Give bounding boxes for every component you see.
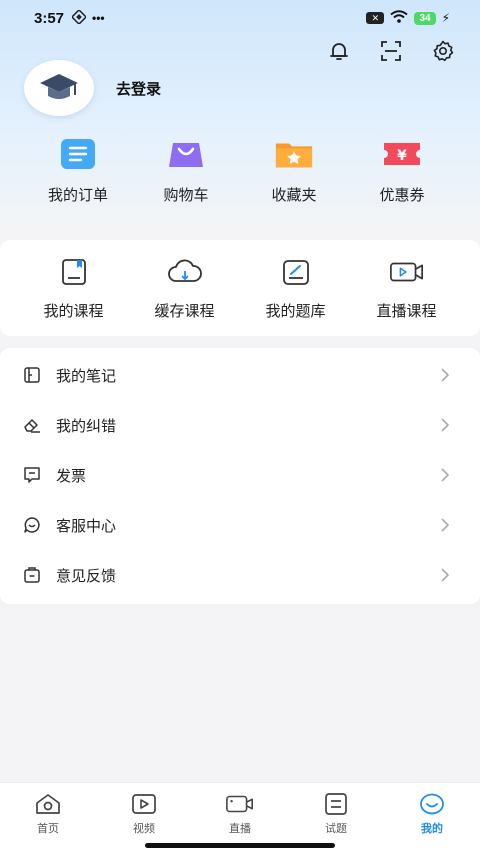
quick-action-label: 我的订单 <box>47 187 108 204</box>
x-icon: ✕ <box>366 12 385 24</box>
menu-item-label: 发票 <box>56 467 87 485</box>
quick-action-orders[interactable]: 我的订单 <box>33 136 123 205</box>
quick-action-label: 优惠券 <box>379 187 425 204</box>
graduation-cap-icon <box>40 74 78 99</box>
menu-item-invoice[interactable]: 发票 <box>0 450 480 500</box>
note-icon <box>22 365 42 385</box>
course-label: 我的题库 <box>265 303 326 320</box>
cloud-download-icon <box>167 256 203 288</box>
course-label: 缓存课程 <box>154 303 215 320</box>
tab-label: 我的 <box>421 823 443 835</box>
login-link[interactable]: 去登录 <box>116 78 161 99</box>
chevron-right-icon <box>438 418 452 432</box>
customer-service-icon <box>22 515 42 535</box>
course-item-question-bank[interactable]: 我的题库 <box>246 256 346 336</box>
wifi-icon <box>390 9 409 27</box>
tab-label: 直播 <box>229 823 251 835</box>
profile-section: 去登录 <box>24 60 161 116</box>
quick-action-favorites[interactable]: 收藏夹 <box>249 136 339 205</box>
quick-action-cart[interactable]: 购物车 <box>141 136 231 205</box>
chevron-right-icon <box>438 568 452 582</box>
course-item-my-courses[interactable]: 我的课程 <box>24 256 124 336</box>
exam-icon <box>321 791 351 817</box>
battery-indicator: 34 <box>414 11 436 25</box>
status-time: 3:57 <box>34 9 65 27</box>
chevron-right-icon <box>438 518 452 532</box>
quick-actions: 我的订单 购物车 收藏夹 ¥ 优惠券 <box>0 136 480 205</box>
course-item-cached[interactable]: 缓存课程 <box>135 256 235 336</box>
menu-item-label: 我的笔记 <box>56 367 117 385</box>
home-icon <box>33 791 63 817</box>
course-book-icon <box>56 256 92 288</box>
menu-item-corrections[interactable]: 我的纠错 <box>0 400 480 450</box>
menu-item-label: 意见反馈 <box>56 567 117 585</box>
app-notification-icon <box>70 8 88 27</box>
tab-label: 视频 <box>133 823 155 835</box>
coupon-icon: ¥ <box>382 136 422 172</box>
menu-item-customer-service[interactable]: 客服中心 <box>0 500 480 550</box>
order-icon <box>58 136 98 172</box>
folder-star-icon <box>274 136 314 172</box>
video-icon <box>129 791 159 817</box>
menu-item-feedback[interactable]: 意见反馈 <box>0 550 480 600</box>
live-video-icon <box>389 256 425 288</box>
eraser-icon <box>22 415 42 435</box>
avatar[interactable] <box>24 60 94 116</box>
menu-item-notes[interactable]: 我的笔记 <box>0 350 480 400</box>
invoice-icon <box>22 465 42 485</box>
feedback-icon <box>22 565 42 585</box>
quick-action-label: 收藏夹 <box>271 187 317 204</box>
quick-action-coupons[interactable]: ¥ 优惠券 <box>357 136 447 205</box>
tab-label: 首页 <box>37 823 59 835</box>
tab-label: 试题 <box>325 823 347 835</box>
quick-action-label: 购物车 <box>163 187 209 204</box>
chevron-right-icon <box>438 368 452 382</box>
svg-text:¥: ¥ <box>397 148 407 164</box>
tab-mine[interactable]: 我的 <box>392 791 472 854</box>
charging-icon: ⚡ <box>441 11 450 25</box>
home-indicator <box>145 843 335 848</box>
menu-card: 我的笔记 我的纠错 发票 客服中心 意见反馈 <box>0 348 480 604</box>
course-card: 我的课程 缓存课程 我的题库 直播课程 <box>0 240 480 336</box>
chevron-right-icon <box>438 468 452 482</box>
status-bar: 3:57 ••• ✕ 34 ⚡ <box>0 0 480 36</box>
tab-home[interactable]: 首页 <box>8 791 88 854</box>
settings-gear-icon[interactable] <box>430 38 456 64</box>
menu-item-label: 我的纠错 <box>56 417 117 435</box>
menu-item-label: 客服中心 <box>56 517 117 535</box>
live-icon <box>225 791 255 817</box>
course-label: 直播课程 <box>376 303 437 320</box>
question-bank-icon <box>278 256 314 288</box>
mine-icon <box>417 791 447 817</box>
course-item-live[interactable]: 直播课程 <box>357 256 457 336</box>
more-dots-icon: ••• <box>92 11 105 25</box>
course-label: 我的课程 <box>43 303 104 320</box>
bell-icon[interactable] <box>326 38 352 64</box>
top-actions <box>326 38 456 64</box>
cart-icon <box>166 136 206 172</box>
scan-icon[interactable] <box>378 38 404 64</box>
